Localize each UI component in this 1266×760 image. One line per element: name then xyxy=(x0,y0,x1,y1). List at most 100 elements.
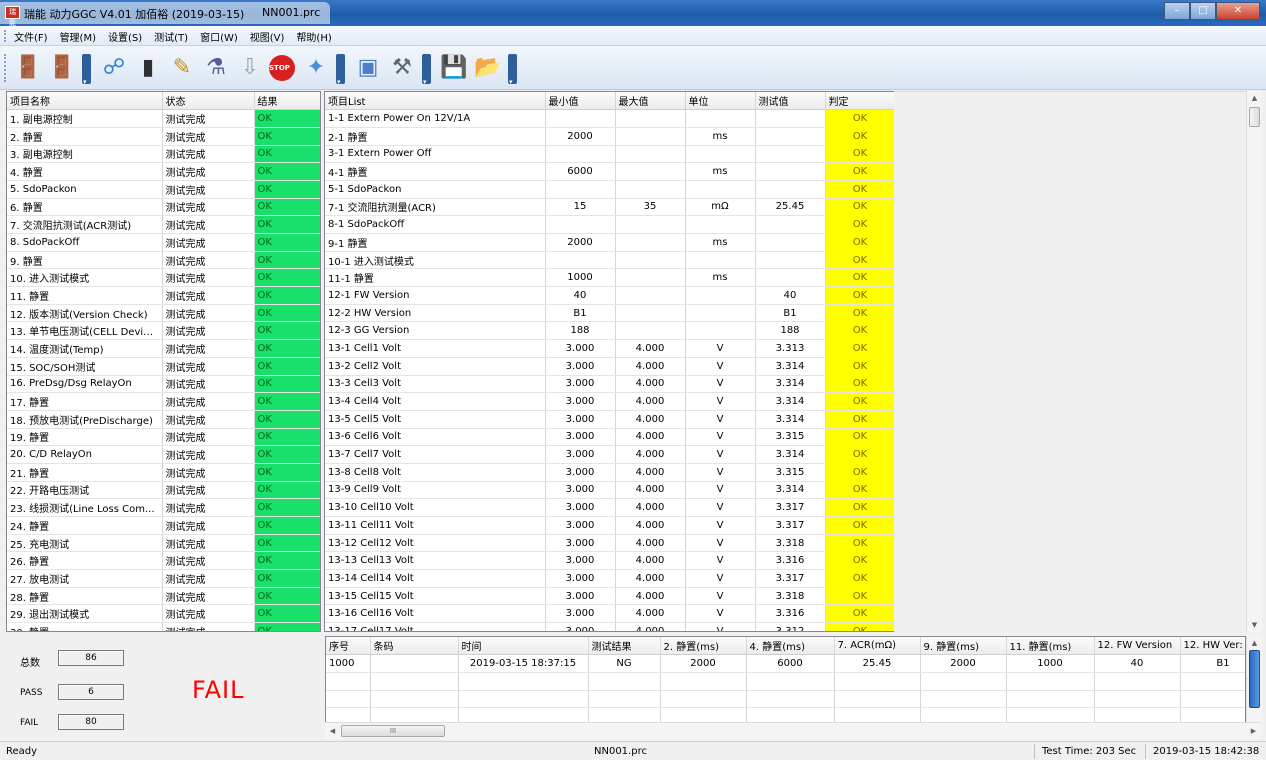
items-column-header[interactable]: 单位 xyxy=(685,92,756,111)
menu-item[interactable]: 帮助(H) xyxy=(296,29,331,44)
items-row[interactable]: 4-1 静置 6000 ms OK xyxy=(325,162,894,181)
items-column-header[interactable]: 测试值 xyxy=(755,92,826,111)
steps-row[interactable]: 23. 线损测试(Line Loss Com... 测试完成 OK xyxy=(7,498,320,517)
steps-row[interactable]: 13. 单节电压测试(CELL Devia... 测试完成 OK xyxy=(7,321,320,341)
records-column-header[interactable]: 9. 静置(ms) xyxy=(920,637,1007,656)
scroll-up-icon[interactable]: ▲ xyxy=(1247,636,1262,650)
battery-icon[interactable]: ▮ xyxy=(132,52,164,84)
steps-row[interactable]: 20. C/D RelayOn 测试完成 OK xyxy=(7,445,320,464)
items-row[interactable]: 5-1 SdoPackon OK xyxy=(325,180,894,199)
records-vertical-scrollbar[interactable]: ▲ xyxy=(1246,636,1262,722)
toolbar-dropdown[interactable] xyxy=(336,54,345,86)
maximize-icon[interactable]: □ xyxy=(1190,2,1216,20)
menu-item[interactable]: 设置(S) xyxy=(108,29,142,44)
scroll-thumb[interactable] xyxy=(1249,650,1260,708)
steps-row[interactable]: 11. 静置 测试完成 OK xyxy=(7,286,320,305)
probe-icon[interactable]: ⚗ xyxy=(200,52,232,84)
steps-row[interactable]: 25. 充电测试 测试完成 OK xyxy=(7,534,320,553)
scroll-left-icon[interactable]: ◀ xyxy=(325,724,340,738)
records-column-header[interactable]: 测试结果 xyxy=(588,637,661,656)
steps-row[interactable]: 7. 交流阻抗测试(ACR测试) 测试完成 OK xyxy=(7,215,320,234)
steps-row[interactable]: 4. 静置 测试完成 OK xyxy=(7,162,320,181)
steps-row[interactable]: 18. 预放电测试(PreDischarge) 测试完成 OK xyxy=(7,410,320,429)
items-row[interactable]: 13-4 Cell4 Volt 3.000 4.000 V 3.314 OK xyxy=(325,392,894,411)
items-row[interactable]: 13-16 Cell16 Volt 3.000 4.000 V 3.316 OK xyxy=(325,604,894,624)
steps-row[interactable]: 5. SdoPackon 测试完成 OK xyxy=(7,180,320,199)
steps-grid[interactable]: 项目名称 状态 结果 1. 副电源控制 测试完成 OK 2. 静置 测试完成 OK 3. 副电源… xyxy=(6,91,321,632)
steps-row[interactable]: 22. 开路电压测试 测试完成 OK xyxy=(7,481,320,500)
steps-column-header[interactable]: 状态 xyxy=(162,92,255,111)
items-row[interactable]: 8-1 SdoPackOff OK xyxy=(325,215,894,234)
items-row[interactable]: 13-10 Cell10 Volt 3.000 4.000 V 3.317 OK xyxy=(325,498,894,517)
menu-item[interactable]: 测试(T) xyxy=(154,29,188,44)
steps-row[interactable]: 24. 静置 测试完成 OK xyxy=(7,516,320,535)
steps-row[interactable]: 19. 静置 测试完成 OK xyxy=(7,428,320,447)
items-row[interactable]: 12-1 FW Version 40 40 OK xyxy=(325,286,894,305)
steps-row[interactable]: 12. 版本测试(Version Check) 测试完成 OK xyxy=(7,304,320,323)
toolbar-dropdown[interactable] xyxy=(422,54,431,86)
steps-row[interactable]: 27. 放电测试 测试完成 OK xyxy=(7,569,320,588)
menu-grip[interactable] xyxy=(4,30,6,42)
steps-row[interactable]: 16. PreDsg/Dsg RelayOn 测试完成 OK xyxy=(7,375,320,394)
door-exit-icon[interactable]: 🚪 xyxy=(46,52,78,84)
link-icon[interactable]: ☍ xyxy=(98,52,130,84)
steps-row[interactable]: 2. 静置 测试完成 OK xyxy=(7,127,320,146)
records-column-header[interactable]: 4. 静置(ms) xyxy=(746,637,835,656)
items-row[interactable]: 13-1 Cell1 Volt 3.000 4.000 V 3.313 OK xyxy=(325,339,894,358)
close-icon[interactable]: ✕ xyxy=(1216,2,1260,20)
items-row[interactable]: 3-1 Extern Power Off OK xyxy=(325,145,894,164)
records-column-header[interactable]: 11. 静置(ms) xyxy=(1006,637,1095,656)
items-row[interactable]: 12-3 GG Version 188 188 OK xyxy=(325,321,894,341)
items-row[interactable]: 2-1 静置 2000 ms OK xyxy=(325,127,894,146)
download-icon[interactable]: ⇩ xyxy=(234,52,266,84)
records-column-header[interactable]: 序号 xyxy=(326,637,371,656)
steps-row[interactable]: 1. 副电源控制 测试完成 OK xyxy=(7,109,320,128)
steps-column-header[interactable]: 结果 xyxy=(254,92,320,111)
menu-item[interactable]: 管理(M) xyxy=(60,29,96,44)
app-icon[interactable]: 瑞能 xyxy=(5,6,20,27)
items-row[interactable]: 13-17 Cell17 Volt 3.000 4.000 V 3.312 OK xyxy=(325,622,894,631)
tools-icon[interactable]: ⚒ xyxy=(386,52,418,84)
records-row[interactable]: 1000 2019-03-15 18:37:15 NG 2000 6000 25.45 20… xyxy=(326,654,1245,673)
items-column-header[interactable]: 项目List xyxy=(325,92,546,111)
records-column-header[interactable]: 条码 xyxy=(370,637,459,656)
records-column-header[interactable]: 7. ACR(mΩ) xyxy=(834,637,921,656)
items-row[interactable]: 9-1 静置 2000 ms OK xyxy=(325,233,894,252)
items-row[interactable]: 11-1 静置 1000 ms OK xyxy=(325,268,894,288)
horizontal-scroll-thumb[interactable]: III xyxy=(341,725,445,737)
eraser-icon[interactable]: ✦ xyxy=(300,52,332,84)
items-row[interactable]: 13-6 Cell6 Volt 3.000 4.000 V 3.315 OK xyxy=(325,428,894,447)
items-row[interactable]: 13-13 Cell13 Volt 3.000 4.000 V 3.316 OK xyxy=(325,551,894,571)
records-column-header[interactable]: 12. HW Ver: xyxy=(1180,637,1245,656)
steps-row[interactable]: 3. 副电源控制 测试完成 OK xyxy=(7,145,320,164)
toolbar-dropdown[interactable] xyxy=(508,54,517,86)
save-icon[interactable]: 💾 xyxy=(438,52,470,84)
items-column-header[interactable]: 判定 xyxy=(825,92,894,111)
stop-icon[interactable]: STOP xyxy=(266,52,298,84)
items-row[interactable]: 12-2 HW Version B1 B1 OK xyxy=(325,304,894,323)
records-horizontal-scrollbar[interactable]: ◀ III ▶ xyxy=(325,722,1261,739)
scroll-thumb[interactable] xyxy=(1249,107,1260,127)
steps-row[interactable]: 14. 温度测试(Temp) 测试完成 OK xyxy=(7,339,320,358)
scroll-up-icon[interactable]: ▲ xyxy=(1247,91,1262,105)
records-column-header[interactable]: 12. FW Version xyxy=(1094,637,1181,656)
items-row[interactable]: 13-9 Cell9 Volt 3.000 4.000 V 3.314 OK xyxy=(325,481,894,500)
steps-row[interactable]: 21. 静置 测试完成 OK xyxy=(7,463,320,482)
records-column-header[interactable]: 时间 xyxy=(458,637,589,656)
items-grid[interactable]: 项目List 最小值 最大值 单位 测试值 判定 1-1 Extern Power On … xyxy=(324,91,894,632)
steps-row[interactable]: 26. 静置 测试完成 OK xyxy=(7,551,320,571)
items-row[interactable]: 13-11 Cell11 Volt 3.000 4.000 V 3.317 OK xyxy=(325,516,894,535)
items-row[interactable]: 13-8 Cell8 Volt 3.000 4.000 V 3.315 OK xyxy=(325,463,894,482)
records-column-header[interactable]: 2. 静置(ms) xyxy=(660,637,747,656)
items-row[interactable]: 7-1 交流阻抗测量(ACR) 15 35 mΩ 25.45 OK xyxy=(325,198,894,217)
monitor-icon[interactable]: ▣ xyxy=(352,52,384,84)
toolbar-grip[interactable] xyxy=(4,54,6,82)
steps-row[interactable]: 30. 静置测试完成OK xyxy=(7,622,320,631)
items-row[interactable]: 1-1 Extern Power On 12V/1A OK xyxy=(325,109,894,128)
items-row[interactable]: 13-12 Cell12 Volt 3.000 4.000 V 3.318 OK xyxy=(325,534,894,553)
scroll-down-icon[interactable]: ▼ xyxy=(1247,618,1262,632)
steps-row[interactable]: 6. 静置 测试完成 OK xyxy=(7,198,320,217)
items-row[interactable]: 13-15 Cell15 Volt 3.000 4.000 V 3.318 OK xyxy=(325,587,894,606)
items-vertical-scrollbar[interactable]: ▲ ▼ xyxy=(1246,91,1262,632)
items-column-header[interactable]: 最大值 xyxy=(615,92,686,111)
